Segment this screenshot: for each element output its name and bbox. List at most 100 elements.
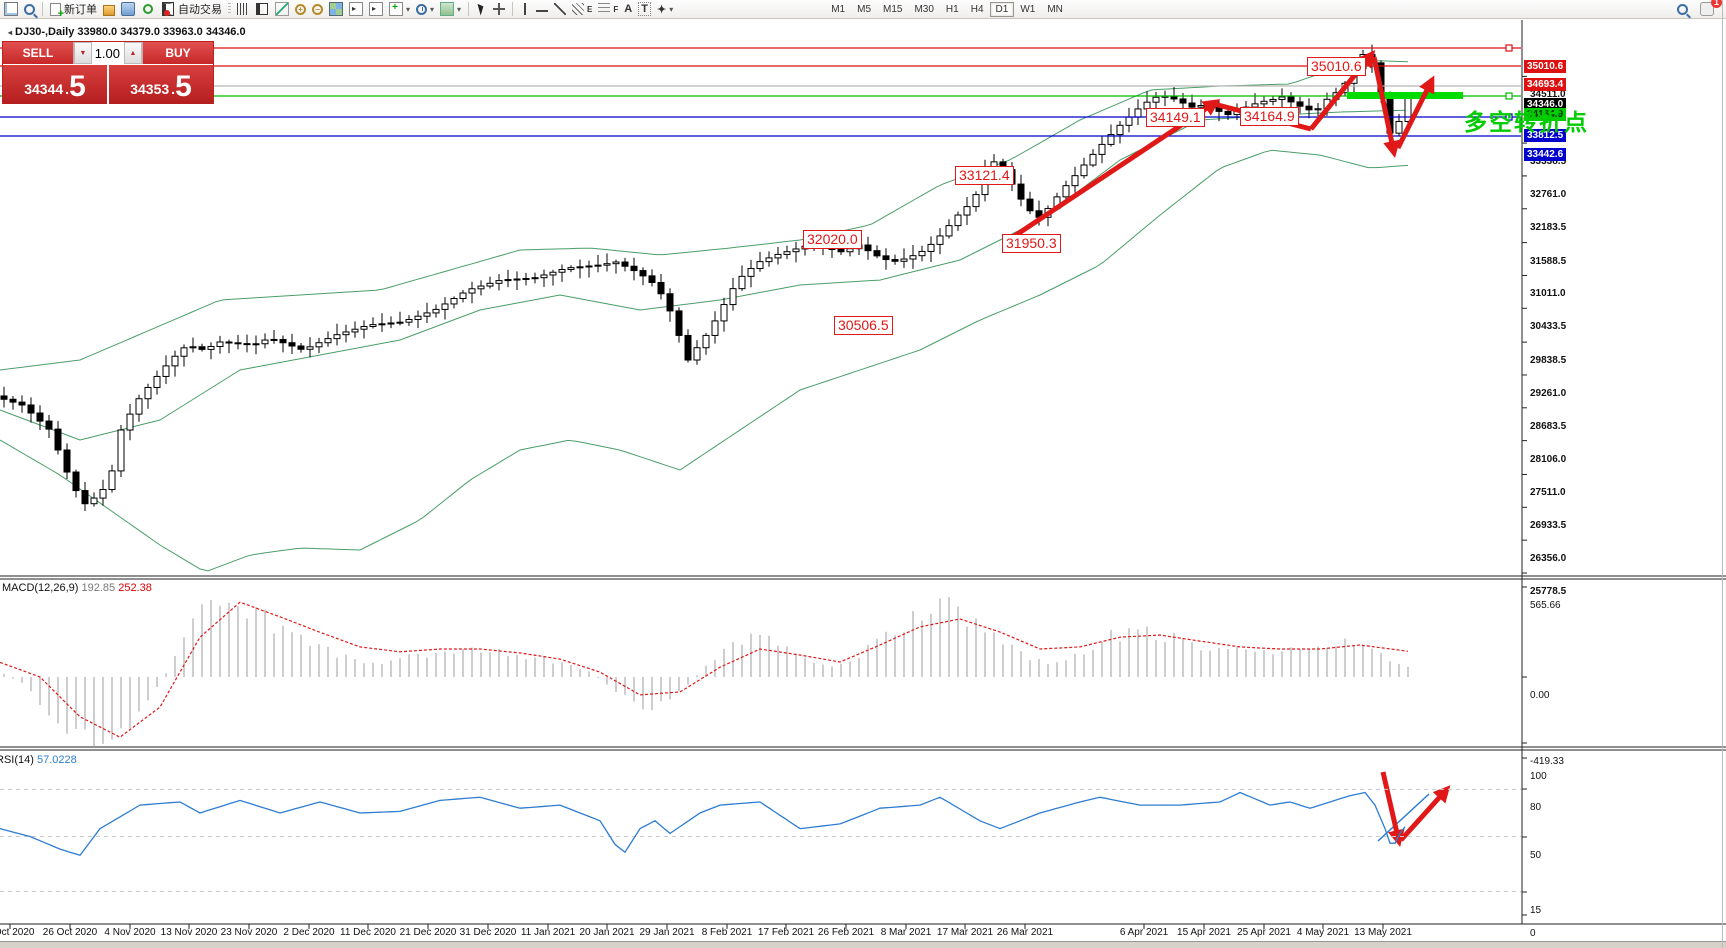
date-label: 2 Dec 2020 (283, 927, 335, 938)
date-label: 8 Feb 2021 (701, 927, 753, 938)
hline-tool-button[interactable] (534, 1, 550, 17)
cn-annotation-text[interactable]: 多空转折点 (1464, 103, 1589, 137)
fibonacci-tool-button[interactable]: F (596, 1, 620, 17)
price-annotation-box[interactable]: 35010.6 (1307, 57, 1366, 76)
auto-trade-button[interactable]: 自动交易 (159, 1, 224, 17)
timeframe-m30[interactable]: M30 (908, 2, 939, 17)
market-watch-button[interactable] (119, 1, 137, 17)
date-label: 13 Nov 2020 (160, 927, 218, 938)
date-label: 31 Dec 2020 (459, 927, 517, 938)
channel-tool-button[interactable]: E (570, 1, 594, 17)
price-tick: 29838.5 (1530, 355, 1567, 367)
buy-price[interactable]: 34353. 5 (107, 65, 213, 104)
new-order-button[interactable]: 新订单 (48, 1, 99, 20)
timeframe-mn[interactable]: MN (1041, 2, 1069, 17)
chart-area[interactable]: ◂ DJ30-,Daily 33980.0 34379.0 33963.0 343… (0, 19, 1726, 941)
zoom-out-button[interactable]: − (310, 1, 325, 17)
divider (42, 2, 43, 16)
candle-chart-button[interactable] (253, 1, 271, 17)
sell-button[interactable]: SELL (3, 42, 73, 64)
tile-windows-icon (329, 2, 343, 16)
divider (512, 2, 514, 16)
indicator-box-button[interactable] (101, 1, 117, 17)
indicator-tick: -419.33 (1530, 756, 1564, 767)
auto-trade-icon (162, 2, 174, 16)
shapes-tool-button[interactable]: ✦ ▾ (655, 1, 675, 17)
line-chart-button[interactable] (273, 1, 291, 17)
price-annotation-box[interactable]: 33121.4 (955, 166, 1014, 185)
periods-button[interactable]: ▾ (414, 1, 436, 17)
date-label: 17 Feb 2021 (757, 927, 815, 938)
divider (468, 2, 470, 16)
preview-button[interactable] (22, 1, 37, 17)
clock-icon (416, 3, 428, 15)
search-button[interactable] (1675, 1, 1690, 17)
price-annotation-box[interactable]: 32020.0 (803, 230, 862, 249)
signal-button[interactable] (139, 1, 157, 17)
chart-canvas[interactable] (0, 19, 1726, 948)
one-click-panel: SELL ▼ 1.00 ▲ BUY 34344. 5 34353. 5 (2, 41, 214, 104)
candle-chart-icon (256, 3, 268, 15)
bar-chart-button[interactable] (235, 1, 251, 17)
cursor-icon (477, 2, 486, 16)
date-label: 11 Dec 2020 (340, 927, 396, 938)
fibo-f-label: F (613, 4, 619, 14)
chevron-down-icon: ▾ (430, 4, 435, 14)
line-chart-icon (275, 2, 289, 16)
text-tool-label: A (624, 3, 633, 15)
window-icon (121, 2, 135, 16)
price-level-tag: 35010.6 (1524, 60, 1567, 73)
date-label: 25 Apr 2021 (1237, 927, 1291, 938)
search-icon (1677, 3, 1688, 15)
timeframe-m5[interactable]: M5 (851, 2, 877, 17)
price-annotation-box[interactable]: 30506.5 (834, 316, 893, 335)
collapse-icon[interactable]: ◂ (8, 28, 12, 37)
timeframe-m15[interactable]: M15 (877, 2, 908, 17)
cursor-tool-button[interactable] (474, 1, 489, 17)
chart-window-icon[interactable] (2, 1, 20, 17)
price-tick: 29261.0 (1530, 387, 1567, 399)
timeframe-h1[interactable]: H1 (940, 2, 965, 17)
mt4-window: 新订单 自动交易 + − ▾ ▾ ▾ E F A T ✦▾ M1M5M15M30… (0, 0, 1726, 948)
timeframe-h4[interactable]: H4 (965, 2, 990, 17)
macd-label: MACD(12,26,9) 192.85 252.38 (2, 582, 152, 594)
timeframe-m1[interactable]: M1 (825, 2, 851, 17)
channel-e-label: E (587, 4, 593, 14)
date-label: 26 Oct 2020 (42, 927, 98, 938)
trendline-icon (554, 3, 567, 15)
vline-tool-button[interactable] (518, 1, 532, 17)
zoom-in-button[interactable]: + (293, 1, 308, 17)
trendline-tool-button[interactable] (552, 1, 568, 17)
indicators-button[interactable]: ▾ (387, 1, 412, 17)
volume-input[interactable]: 1.00 (92, 42, 124, 64)
notifications-button[interactable]: 1 (1698, 0, 1722, 17)
tile-windows-button[interactable] (327, 1, 345, 17)
chevron-down-icon: ▾ (669, 4, 674, 14)
price-tick: 25778.5 (1530, 585, 1567, 597)
auto-scroll-button[interactable] (347, 1, 365, 17)
new-order-label: 新订单 (64, 4, 97, 16)
zoom-out-icon: − (312, 3, 323, 15)
text-tool-button[interactable]: A (622, 1, 634, 17)
vertical-line-icon (524, 3, 530, 15)
label-tool-button[interactable]: T (636, 1, 653, 17)
timeframe-group: M1 M5 M15 M30 H1 H4 D1 W1 MN (825, 1, 1069, 17)
price-annotation-box[interactable]: 34164.9 (1240, 107, 1299, 126)
sell-price[interactable]: 34344. 5 (3, 65, 107, 104)
crosshair-tool-button[interactable] (491, 1, 507, 17)
timeframe-w1[interactable]: W1 (1014, 2, 1041, 17)
volume-up-button[interactable]: ▲ (124, 42, 142, 64)
date-label: 13 May 2021 (1354, 927, 1412, 938)
templates-button[interactable]: ▾ (438, 1, 463, 17)
rsi-label: RSI(14) 57.0228 (0, 754, 77, 766)
chart-shift-button[interactable] (367, 1, 385, 17)
horizontal-line-icon (536, 10, 549, 16)
buy-button[interactable]: BUY (143, 42, 213, 64)
price-tick: 31588.5 (1530, 255, 1567, 267)
indicator-tick: 80 (1530, 802, 1542, 813)
price-tick: 32761.0 (1530, 188, 1567, 200)
volume-down-button[interactable]: ▼ (74, 42, 92, 64)
price-annotation-box[interactable]: 34149.1 (1146, 108, 1205, 127)
price-annotation-box[interactable]: 31950.3 (1002, 234, 1061, 253)
timeframe-d1[interactable]: D1 (989, 1, 1015, 17)
